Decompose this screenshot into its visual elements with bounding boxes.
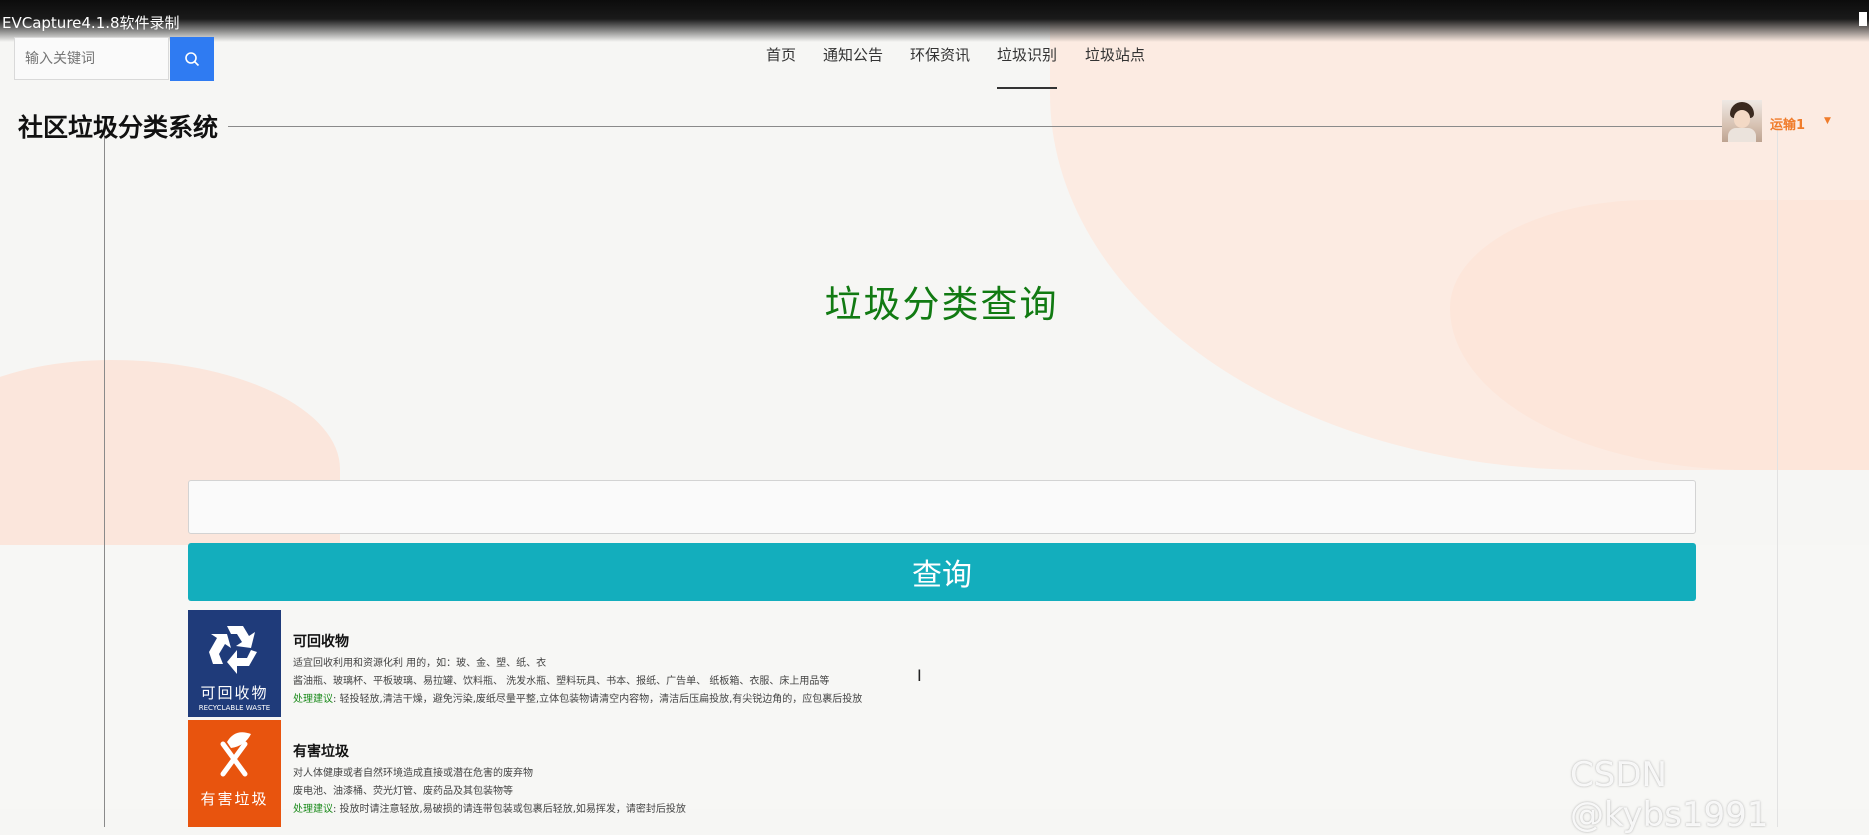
category-advice: 处理建议: 投放时请注意轻放,易破损的请连带包装或包裹后轻放,如易挥发，请密封后… xyxy=(293,800,686,815)
window-control-icon[interactable] xyxy=(1859,12,1867,26)
window-title: EVCapture4.1.8软件录制 xyxy=(2,14,180,32)
category-examples: 废电池、油漆桶、荧光灯管、废药品及其包装物等 xyxy=(293,786,513,797)
recycle-icon xyxy=(208,626,257,674)
nav-item-notices[interactable]: 通知公告 xyxy=(823,44,883,65)
text-cursor-icon: I xyxy=(917,666,922,685)
category-advice: 处理建议: 轻投轻放,清洁干燥，避免污染,废纸尽量平整,立体包装物请清空内容物，… xyxy=(293,690,862,705)
page-heading: 垃圾分类查询 xyxy=(824,283,1059,326)
category-description: 适宜回收利用和资源化利 用的，如：玻、金、塑、纸、衣 xyxy=(293,658,547,669)
divider xyxy=(104,127,105,827)
watermark: CSDN @kybs1991 xyxy=(1570,755,1769,835)
window-titlebar: EVCapture4.1.8软件录制 xyxy=(0,0,1869,42)
search-icon xyxy=(185,52,200,67)
advice-text: : 轻投轻放,清洁干燥，避免污染,废纸尽量平整,立体包装物请清空内容物，清洁后压… xyxy=(333,694,863,705)
hazardous-badge: 有害垃圾 xyxy=(188,720,281,827)
category-description: 对人体健康或者自然环境造成直接或潜在危害的废弃物 xyxy=(293,768,533,779)
user-name[interactable]: 运输1 xyxy=(1770,114,1805,133)
avatar[interactable] xyxy=(1722,100,1762,142)
query-button[interactable]: 查询 xyxy=(188,543,1696,601)
site-title: 社区垃圾分类系统 xyxy=(18,113,219,142)
divider xyxy=(228,126,1758,127)
hazardous-waste-icon xyxy=(220,732,251,777)
nav-item-home[interactable]: 首页 xyxy=(766,44,796,65)
divider xyxy=(1777,127,1778,827)
category-item-recyclable: 可回收物 RECYCLABLE WASTE 可回收物 适宜回收利用和资源化利 用… xyxy=(188,610,1188,720)
advice-label: 处理建议 xyxy=(293,804,333,815)
nav-item-garbage-recognition[interactable]: 垃圾识别 xyxy=(997,44,1057,65)
badge-label: 可回收物 xyxy=(200,684,269,702)
badge-label: 有害垃圾 xyxy=(200,790,269,808)
category-item-hazardous: 有害垃圾 有害垃圾 对人体健康或者自然环境造成直接或潜在危害的废弃物 废电池、油… xyxy=(188,720,1188,830)
advice-text: : 投放时请注意轻放,易破损的请连带包装或包裹后轻放,如易挥发，请密封后投放 xyxy=(333,804,686,815)
advice-label: 处理建议 xyxy=(293,694,333,705)
search-input[interactable] xyxy=(14,37,169,80)
recyclable-badge: 可回收物 RECYCLABLE WASTE xyxy=(188,610,281,717)
nav-active-indicator xyxy=(997,87,1057,89)
caret-down-icon[interactable]: ▼ xyxy=(1824,116,1831,126)
badge-label-en: RECYCLABLE WASTE xyxy=(198,704,271,712)
garbage-query-input[interactable] xyxy=(188,480,1696,534)
category-name: 可回收物 xyxy=(293,634,349,650)
search-button[interactable] xyxy=(170,37,214,81)
category-examples: 酱油瓶、玻璃杯、平板玻璃、易拉罐、饮料瓶、 洗发水瓶、塑料玩具、书本、报纸、广告… xyxy=(293,676,830,687)
nav-item-news[interactable]: 环保资讯 xyxy=(910,44,970,65)
category-name: 有害垃圾 xyxy=(293,744,349,760)
nav-item-garbage-stations[interactable]: 垃圾站点 xyxy=(1085,44,1145,65)
